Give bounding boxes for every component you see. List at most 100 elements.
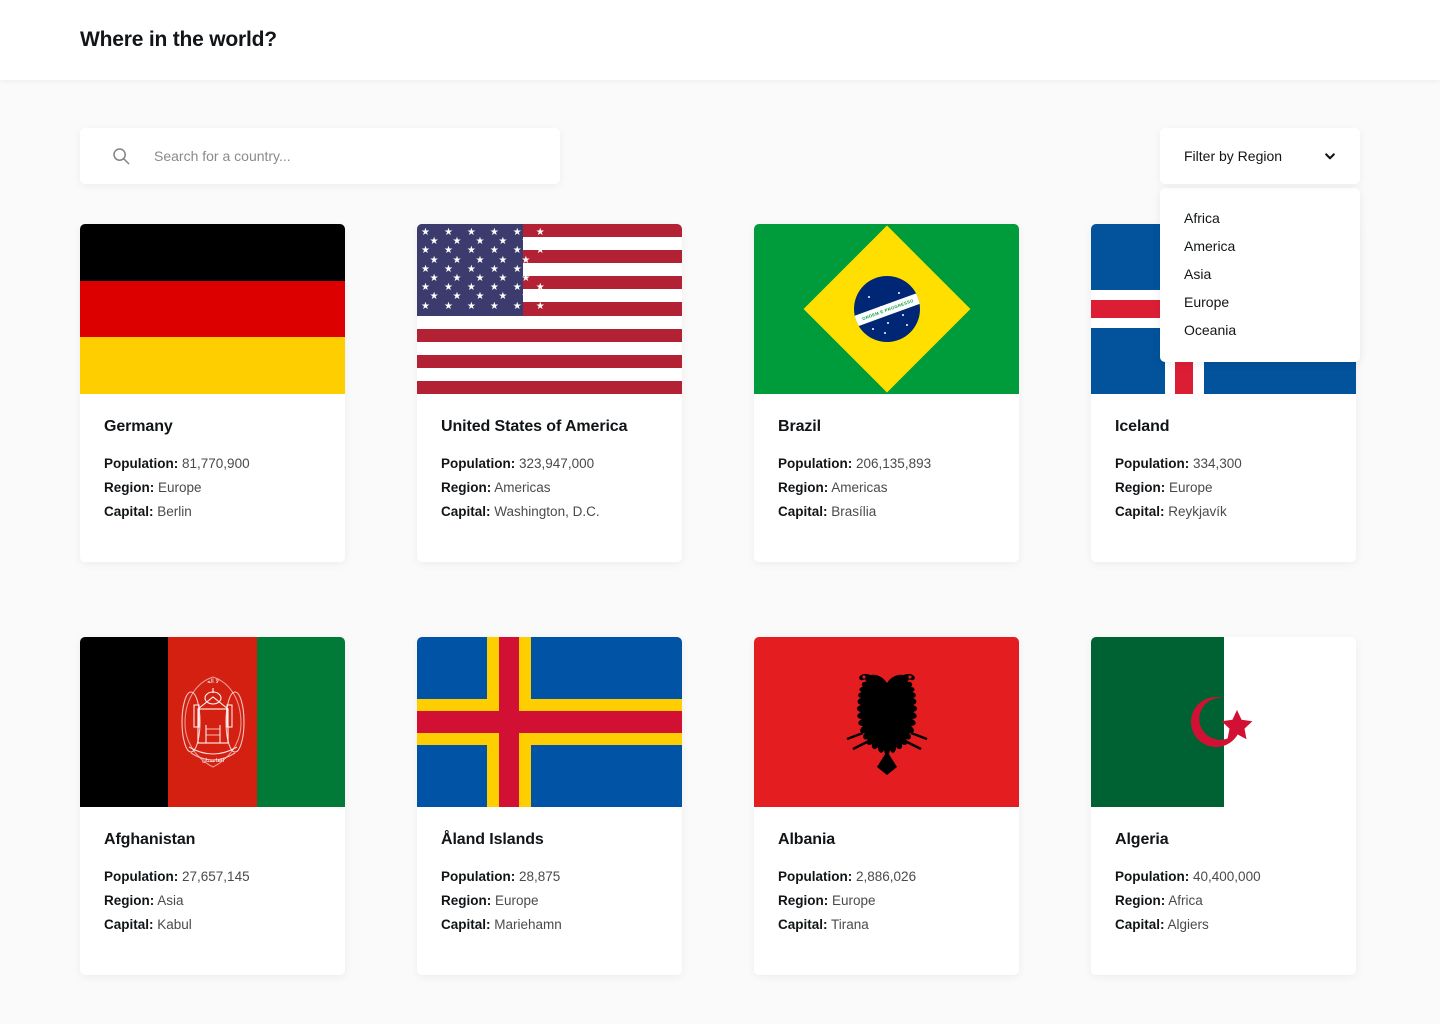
country-capital: Capital: Brasília [778,500,995,524]
country-capital: Capital: Berlin [104,500,321,524]
united-states-flag: ★ ★ ★ ★ ★ ★ ★ ★ ★ ★ ★ ★ ★ ★ ★ ★ ★ ★ ★ ★ … [417,224,682,394]
population-value: 40,400,000 [1193,869,1261,884]
region-option-america[interactable]: America [1160,232,1360,260]
region-label: Region: [441,893,492,908]
country-population: Population: 27,657,145 [104,865,321,889]
country-population: Population: 323,947,000 [441,452,658,476]
search-icon [112,147,130,165]
region-label: Region: [441,480,492,495]
country-capital: Capital: Kabul [104,913,321,937]
population-label: Population: [778,456,853,471]
aland-islands-flag [417,637,682,807]
capital-label: Capital: [778,917,828,932]
country-region: Region: Africa [1115,889,1332,913]
capital-value: Brasília [831,504,877,519]
capital-value: Algiers [1167,917,1209,932]
controls-bar: Filter by Region Africa America Asia Eur… [0,128,1440,362]
country-name: Albania [778,831,836,848]
region-filter-label: Filter by Region [1184,148,1283,164]
population-value: 323,947,000 [519,456,595,471]
region-option-africa[interactable]: Africa [1160,204,1360,232]
country-capital: Capital: Washington, D.C. [441,500,658,524]
afghanistan-flag: لا اله افغانستان [80,637,345,807]
country-region: Region: Europe [778,889,995,913]
country-population: Population: 334,300 [1115,452,1332,476]
region-value: Asia [157,893,184,908]
app-header: Where in the world? [0,0,1440,80]
capital-label: Capital: [441,917,491,932]
country-capital: Capital: Mariehamn [441,913,658,937]
population-value: 27,657,145 [182,869,250,884]
region-label: Region: [778,893,829,908]
region-value: Europe [1169,480,1213,495]
country-region: Region: Europe [1115,476,1332,500]
country-card[interactable]: لا اله افغانستان Afghanistan Population:… [80,637,345,975]
population-value: 206,135,893 [856,456,932,471]
capital-label: Capital: [778,504,828,519]
country-card[interactable]: Åland Islands Population: 28,875 Region:… [417,637,682,975]
capital-value: Reykjavík [1168,504,1227,519]
brazil-flag-motto: ORDEM E PROGRESSO [861,297,914,322]
capital-label: Capital: [104,504,154,519]
population-label: Population: [104,869,179,884]
country-population: Population: 81,770,900 [104,452,321,476]
capital-value: Berlin [157,504,192,519]
region-value: Americas [831,480,888,495]
population-label: Population: [441,456,516,471]
country-population: Population: 40,400,000 [1115,865,1332,889]
country-card[interactable]: Germany Population: 81,770,900 Region: E… [80,224,345,562]
population-value: 28,875 [519,869,561,884]
population-label: Population: [441,869,516,884]
search-input[interactable] [154,148,560,164]
region-option-oceania[interactable]: Oceania [1160,316,1360,344]
country-name: Germany [104,418,173,435]
population-label: Population: [1115,456,1190,471]
country-card[interactable]: ORDEM E PROGRESSO Brazil Population: 206… [754,224,1019,562]
capital-label: Capital: [1115,917,1165,932]
population-label: Population: [104,456,179,471]
country-name: United States of America [441,418,628,435]
country-population: Population: 28,875 [441,865,658,889]
population-value: 2,886,026 [856,869,917,884]
country-card[interactable]: Algeria Population: 40,400,000 Region: A… [1091,637,1356,975]
region-value: Americas [494,480,551,495]
region-value: Europe [158,480,202,495]
albania-eagle-icon [833,663,941,781]
svg-text:افغانستان: افغانستان [201,757,224,764]
germany-flag [80,224,345,394]
country-card[interactable]: ★ ★ ★ ★ ★ ★ ★ ★ ★ ★ ★ ★ ★ ★ ★ ★ ★ ★ ★ ★ … [417,224,682,562]
afghanistan-emblem-icon: لا اله افغانستان [165,667,261,777]
country-region: Region: Europe [441,889,658,913]
region-option-europe[interactable]: Europe [1160,288,1360,316]
region-label: Region: [778,480,829,495]
region-filter-button[interactable]: Filter by Region [1160,128,1360,184]
albania-flag [754,637,1019,807]
country-region: Region: Americas [778,476,995,500]
country-name: Brazil [778,418,821,435]
capital-label: Capital: [104,917,154,932]
country-region: Region: Asia [104,889,321,913]
country-capital: Capital: Reykjavík [1115,500,1332,524]
capital-value: Mariehamn [494,917,562,932]
region-value: Europe [832,893,876,908]
region-label: Region: [104,893,155,908]
country-name: Iceland [1115,418,1170,435]
country-card[interactable]: Albania Population: 2,886,026 Region: Eu… [754,637,1019,975]
chevron-down-icon [1324,150,1336,162]
region-value: Africa [1168,893,1203,908]
country-name: Åland Islands [441,831,544,848]
population-value: 334,300 [1193,456,1242,471]
country-capital: Capital: Tirana [778,913,995,937]
region-option-asia[interactable]: Asia [1160,260,1360,288]
country-region: Region: Americas [441,476,658,500]
region-filter: Filter by Region Africa America Asia Eur… [1160,128,1360,362]
capital-label: Capital: [1115,504,1165,519]
capital-value: Washington, D.C. [494,504,600,519]
svg-text:لا اله: لا اله [207,678,219,685]
country-region: Region: Europe [104,476,321,500]
search-box[interactable] [80,128,560,184]
algeria-flag [1091,637,1356,807]
country-population: Population: 206,135,893 [778,452,995,476]
region-filter-menu: Africa America Asia Europe Oceania [1160,188,1360,362]
capital-value: Tirana [831,917,869,932]
